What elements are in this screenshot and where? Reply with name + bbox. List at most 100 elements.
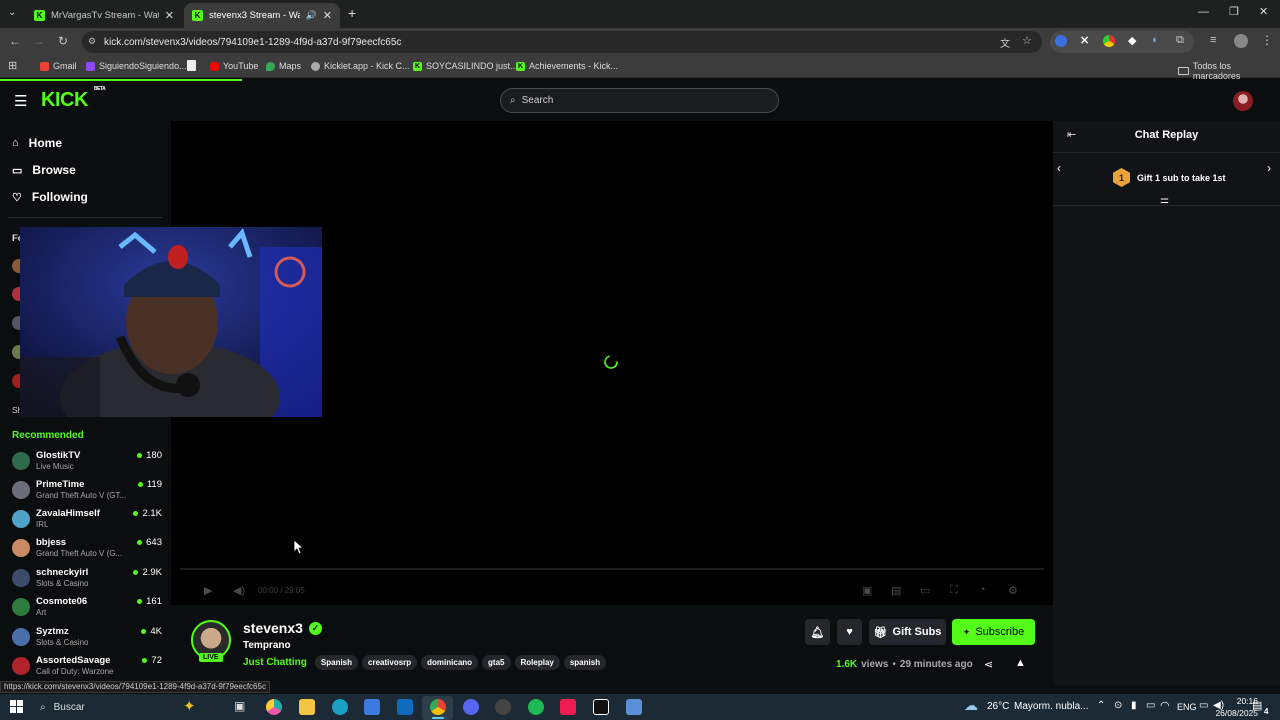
search-input[interactable]: ⌕ Search <box>500 88 779 113</box>
nav-home[interactable]: ⌂ Home <box>12 136 62 150</box>
recommended-item-zavalahimself[interactable]: ZavalaHimself IRL 2.1K <box>12 508 162 536</box>
tab-audio-icon[interactable]: 🔊 <box>306 10 317 21</box>
tag-pill[interactable]: spanish <box>563 655 607 670</box>
extension-color-icon[interactable] <box>1103 35 1115 47</box>
settings-gear-icon[interactable]: ⚙ <box>1008 584 1018 597</box>
gift-leaderboard[interactable]: 1 Gift 1 sub to take 1st <box>1113 168 1226 187</box>
store-icon[interactable] <box>364 699 380 715</box>
gift-subs-button[interactable]: 🎁︎ Gift Subs <box>869 619 946 645</box>
all-bookmarks[interactable]: Todos los marcadores <box>1178 61 1280 81</box>
microphone-icon[interactable]: ▮ <box>1131 700 1137 711</box>
bookmark-star-icon[interactable]: ☆ <box>1022 34 1032 47</box>
spotify-icon[interactable] <box>528 699 544 715</box>
tag-pill[interactable]: Roleplay <box>514 655 560 670</box>
channel-name[interactable]: stevenx3 <box>243 620 303 636</box>
reload-icon[interactable]: ↻ <box>55 34 71 48</box>
discord-icon[interactable] <box>463 699 479 715</box>
follow-heart-button[interactable]: ♥ <box>837 619 862 645</box>
translate-icon[interactable]: 文 <box>1000 35 1010 50</box>
tab-close-icon[interactable]: ✕ <box>323 9 332 22</box>
recommended-item-primetime[interactable]: PrimeTime Grand Theft Auto V (GT... 119 <box>12 479 162 507</box>
bookmark-page-icon[interactable] <box>187 60 196 71</box>
bookmark-gmail[interactable]: Gmail <box>40 61 77 71</box>
recommended-item-bbjess[interactable]: bbjess Grand Theft Auto V (G... 643 <box>12 537 162 565</box>
bookmark-maps[interactable]: Maps <box>266 61 301 71</box>
notifications-bell-button[interactable]: 🔔︎ <box>805 619 830 645</box>
copilot-app-icon[interactable] <box>266 699 282 715</box>
restore-icon[interactable]: ❐ <box>1229 5 1239 18</box>
apps-grid-icon[interactable]: ⊞ <box>8 59 17 72</box>
play-icon[interactable]: ▶ <box>204 584 212 597</box>
app-icon[interactable] <box>495 699 511 715</box>
subscribe-button[interactable]: ✦ Subscribe <box>952 619 1035 645</box>
recommended-item-glostiktv[interactable]: GlostikTV Live Music 180 <box>12 450 162 478</box>
recommended-item-assortedsavage[interactable]: AssortedSavage Call of Duty: Warzone 72 <box>12 655 162 683</box>
recommended-item-syztmz[interactable]: Syztmz Slots & Casino 4K <box>12 626 162 654</box>
weather-temp[interactable]: 26°C <box>987 701 1009 712</box>
extension-1-icon[interactable] <box>1055 35 1067 47</box>
playback-speed-icon[interactable]: ◔ <box>979 584 986 596</box>
extensions-puzzle-icon[interactable]: ⧉ <box>1176 34 1184 47</box>
nav-following[interactable]: ♡ Following <box>12 190 88 204</box>
back-icon[interactable]: ← <box>7 34 23 48</box>
extension-diamond-icon[interactable]: ◆ <box>1128 34 1136 47</box>
media-control-icon[interactable]: ≡ <box>1210 34 1216 46</box>
outlook-icon[interactable] <box>397 699 413 715</box>
bookmark-kicklet[interactable]: Kicklet.app - Kick C... <box>311 61 410 71</box>
tag-pill[interactable]: dominicano <box>421 655 479 670</box>
expand-leaderboard-icon[interactable]: ☰ <box>1160 198 1169 209</box>
capcut-icon[interactable] <box>593 699 609 715</box>
report-icon[interactable]: ▲ <box>1015 657 1026 669</box>
clip-icon[interactable]: ▤ <box>891 584 901 597</box>
clock-date[interactable]: 26/08/2025 <box>1196 708 1258 718</box>
chevron-right-icon[interactable]: › <box>1267 161 1271 175</box>
tab-mrvargastv[interactable]: K MrVargasTv Stream - Watch Liv ✕ <box>26 3 182 28</box>
bookmark-achievements[interactable]: K Achievements - Kick... <box>516 61 618 71</box>
browser-menu-icon[interactable]: ⋮ <box>1261 33 1273 47</box>
tag-pill[interactable]: Spanish <box>314 655 359 670</box>
nav-browse[interactable]: ▭ Browse <box>12 163 76 177</box>
weather-text[interactable]: Mayorm. nubla... <box>1014 701 1088 712</box>
picture-in-picture-video[interactable] <box>20 227 322 417</box>
notification-icon[interactable]: ▤ <box>1252 699 1262 712</box>
tag-pill[interactable]: gta5 <box>482 655 511 670</box>
app-cube-icon[interactable] <box>626 699 642 715</box>
category-link[interactable]: Just Chatting <box>243 657 307 668</box>
lang-indicator[interactable]: ENG <box>1177 702 1197 712</box>
progress-bar[interactable] <box>180 568 1044 570</box>
windows-start-icon[interactable] <box>10 700 23 713</box>
new-tab-icon[interactable]: + <box>348 5 356 21</box>
chevron-left-icon[interactable]: ‹ <box>1057 161 1061 175</box>
user-avatar[interactable] <box>1233 91 1253 111</box>
bookmark-soycasilindo[interactable]: K SOYCASILINDO just... <box>413 61 518 71</box>
address-bar[interactable]: ⚙ kick.com/stevenx3/videos/794109e1-1289… <box>82 31 1042 53</box>
close-window-icon[interactable]: ✕ <box>1259 5 1268 18</box>
extension-audio-icon[interactable]: ◖ <box>1151 34 1158 46</box>
pip-icon[interactable]: ▣ <box>862 584 872 597</box>
bookmark-siguiendo[interactable]: SiguiendoSiguiendo... <box>86 61 187 71</box>
recommended-item-cosmote06[interactable]: Cosmote06 Art 161 <box>12 596 162 624</box>
task-view-icon[interactable]: ▣ <box>234 699 245 713</box>
weather-icon[interactable]: ☁ <box>964 697 978 714</box>
clock-time[interactable]: 20:16 <box>1202 696 1258 706</box>
chrome-icon[interactable] <box>430 699 446 715</box>
fullscreen-icon[interactable]: ⛶ <box>950 584 958 597</box>
volume-icon[interactable]: ◀) <box>233 584 245 597</box>
share-icon[interactable]: ⋖ <box>984 658 993 671</box>
tray-chevron-icon[interactable]: ⌃ <box>1097 700 1105 711</box>
wifi-icon[interactable]: ◠ <box>1160 699 1170 712</box>
file-explorer-icon[interactable] <box>299 699 315 715</box>
recommended-item-schneckyirl[interactable]: schneckyirl Slots & Casino 2.9K <box>12 567 162 595</box>
theater-mode-icon[interactable]: ▭ <box>920 584 930 597</box>
kick-logo[interactable]: KICK BETA <box>41 86 106 112</box>
tray-icon[interactable]: ⊙ <box>1114 700 1122 711</box>
tab-stevenx3[interactable]: K stevenx3 Stream - Watch Li 🔊 ✕ <box>184 3 340 28</box>
tab-close-icon[interactable]: ✕ <box>165 9 174 22</box>
tab-search-chevron-icon[interactable]: ⌄ <box>8 7 16 18</box>
bookmark-youtube[interactable]: YouTube <box>210 61 258 71</box>
tiktok-icon[interactable] <box>560 699 576 715</box>
hamburger-menu-icon[interactable]: ☰ <box>14 92 27 110</box>
extension-x-icon[interactable]: ✕ <box>1080 34 1089 47</box>
location-icon[interactable]: ▭ <box>1146 700 1155 711</box>
profile-avatar-icon[interactable] <box>1234 34 1248 48</box>
